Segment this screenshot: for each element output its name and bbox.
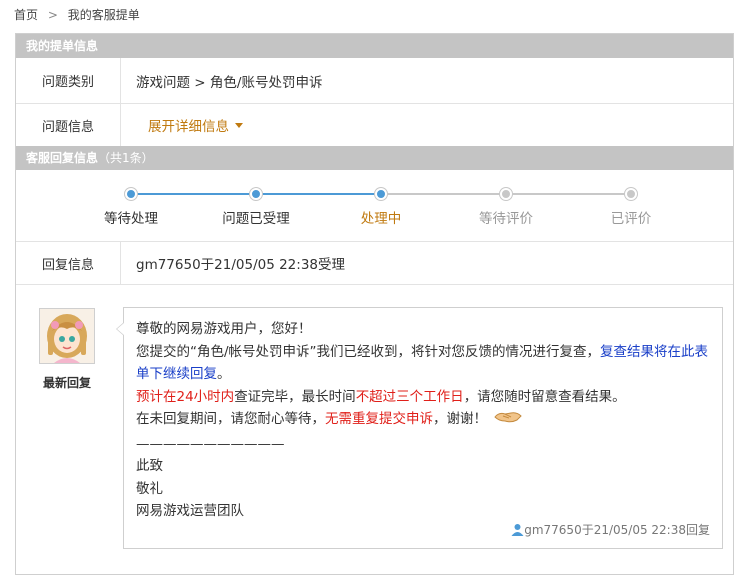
reply-line3-end: ，请您随时留意查看结果。 xyxy=(463,388,626,405)
reply-line-eta: 预计在24小时内查证完毕，最长时间不超过三个工作日，请您随时留意查看结果。 xyxy=(136,386,716,409)
breadcrumb-home-link[interactable]: 首页 xyxy=(14,8,38,22)
progress-step-label: 已评价 xyxy=(610,211,652,227)
progress-track-3 xyxy=(381,193,506,195)
progress-step-label: 处理中 xyxy=(360,211,402,227)
row-reply-info: 回复信息 gm77650于21/05/05 22:38受理 xyxy=(16,241,733,285)
expand-details-label: 展开详细信息 xyxy=(148,119,229,135)
reply-meta-text: gm77650于21/05/05 22:38回复 xyxy=(524,523,710,537)
progress-step-label: 等待评价 xyxy=(479,211,533,227)
reply-sign-3: 网易游戏运营团队 xyxy=(136,503,244,519)
reply-line4-end: ，谢谢！ xyxy=(433,411,487,427)
issue-info-label: 问题信息 xyxy=(16,104,121,146)
breadcrumb-separator: > xyxy=(47,8,58,22)
reply-info-value: gm77650于21/05/05 22:38受理 xyxy=(136,257,345,273)
progress-step-dot xyxy=(375,188,387,200)
progress-tracker: 等待处理 问题已受理 处理中 等待评价 已评价 xyxy=(97,181,654,232)
latest-reply-label: 最新回复 xyxy=(42,376,91,390)
progress-step-label: 问题已受理 xyxy=(222,211,290,227)
breadcrumb: 首页 > 我的客服提单 xyxy=(14,5,140,25)
reply-meta: gm77650于21/05/05 22:38回复 xyxy=(511,521,710,538)
reply-line3-highlight1: 预计在24小时内 xyxy=(136,388,235,405)
reply-line3-highlight2: 不超过三个工作日 xyxy=(355,388,464,405)
avatar-girl-icon xyxy=(40,309,94,363)
reply-bubble: 尊敬的网易游戏用户，您好！ 您提交的“角色/帐号处罚申诉”我们已经收到，将针对您… xyxy=(116,307,723,549)
progress-step-label: 等待处理 xyxy=(104,211,158,227)
expand-details-link[interactable]: 展开详细信息 xyxy=(148,115,243,135)
row-issue-category: 问题类别 游戏问题 > 角色/账号处罚申诉 xyxy=(16,58,733,104)
handshake-icon xyxy=(493,409,523,433)
progress-step-dot xyxy=(500,188,512,200)
progress-step-dot xyxy=(125,188,137,200)
reply-sign-2: 敬礼 xyxy=(136,480,163,497)
caret-down-icon xyxy=(235,122,243,128)
progress-track-1 xyxy=(131,193,256,195)
reply-sign-1: 此致 xyxy=(136,458,163,474)
reply-info-label: 回复信息 xyxy=(16,242,121,284)
ticket-panel: 我的提单信息 问题类别 游戏问题 > 角色/账号处罚申诉 问题信息 展开详细信息… xyxy=(15,33,734,575)
ticket-info-title: 我的提单信息 xyxy=(26,39,99,53)
reply-line4-text: 在未回复期间，请您耐心等待， xyxy=(136,411,325,427)
progress-step-dot xyxy=(625,188,637,200)
reply-info-title: 客服回复信息 xyxy=(26,151,99,165)
reply-line2-end: 。 xyxy=(217,366,231,382)
progress-track-4 xyxy=(506,193,631,195)
ticket-info-header: 我的提单信息 xyxy=(16,34,733,58)
issue-category-label: 问题类别 xyxy=(16,58,121,103)
reply-line3-mid: 查证完毕，最长时间 xyxy=(234,388,356,405)
issue-category-value: 游戏问题 > 角色/账号处罚申诉 xyxy=(136,74,323,91)
reply-divider: ——————————— xyxy=(136,435,285,452)
reply-info-header: 客服回复信息（共1条） xyxy=(16,146,733,170)
reply-line2-text: 您提交的“角色/帐号处罚申诉”我们已经收到，将针对您反馈的情况进行复查， xyxy=(136,343,601,360)
progress-step-dot xyxy=(250,188,262,200)
breadcrumb-current: 我的客服提单 xyxy=(67,8,140,22)
support-avatar xyxy=(39,308,95,364)
progress-track-2 xyxy=(256,193,381,195)
reply-line4-highlight: 无需重复提交申诉 xyxy=(325,411,433,427)
reply-count: （共1条） xyxy=(98,151,154,165)
reply-greeting: 尊敬的网易游戏用户，您好！ xyxy=(136,321,312,337)
reply-line-received: 您提交的“角色/帐号处罚申诉”我们已经收到，将针对您反馈的情况进行复查，复查结果… xyxy=(136,341,716,386)
user-icon xyxy=(511,524,524,536)
reply-message: 尊敬的网易游戏用户，您好！ 您提交的“角色/帐号处罚申诉”我们已经收到，将针对您… xyxy=(136,318,716,523)
row-issue-info: 问题信息 展开详细信息 xyxy=(16,104,733,146)
reply-line-wait: 在未回复期间，请您耐心等待，无需重复提交申诉，谢谢！ xyxy=(136,408,716,433)
